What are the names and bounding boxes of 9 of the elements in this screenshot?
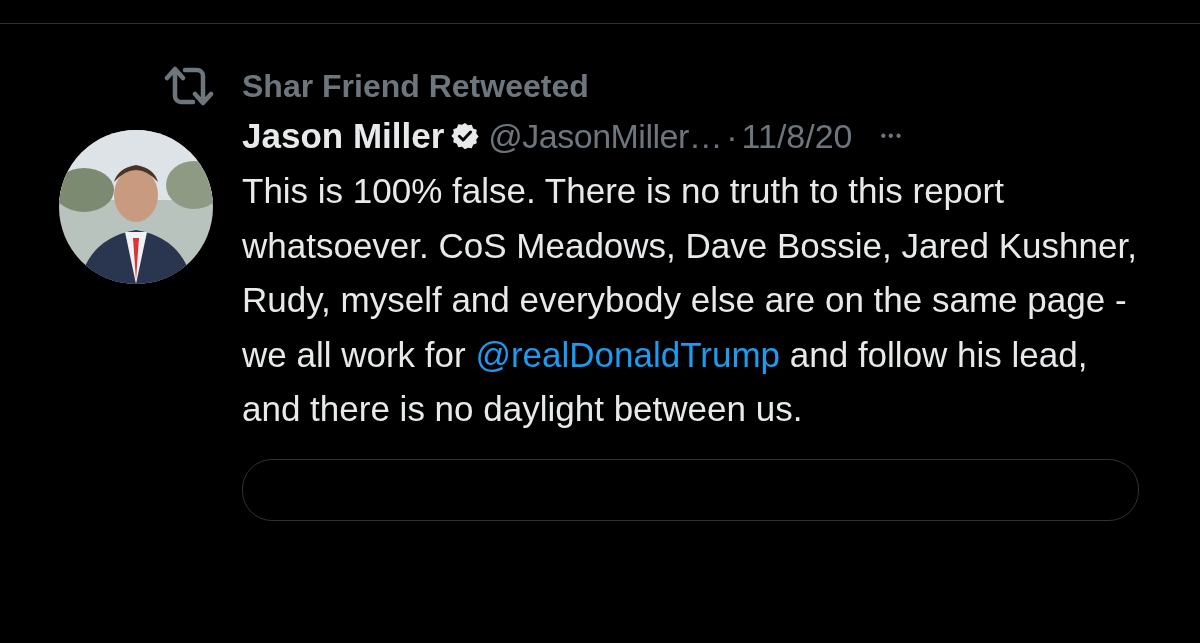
separator-dot: ·: [726, 116, 738, 156]
mention-link[interactable]: @realDonaldTrump: [475, 334, 781, 374]
author-name[interactable]: Jason Miller: [242, 116, 445, 156]
retweet-icon: [163, 66, 215, 106]
tweet-text: This is 100% false. There is no truth to this report whatsoever. CoS Meadows, Dave Bossie, Jared Kushner, Rudy, myself and everybody else are on the same page - we all work for @realDonaldTrump and follow his lead, and there is no daylight between us.: [242, 170, 1137, 430]
author-handle[interactable]: @JasonMiller…: [488, 116, 723, 156]
more-button[interactable]: •••: [880, 127, 904, 145]
retweet-label[interactable]: Shar Friend Retweeted: [242, 67, 589, 105]
tweet-date[interactable]: 11/8/20: [741, 116, 853, 156]
